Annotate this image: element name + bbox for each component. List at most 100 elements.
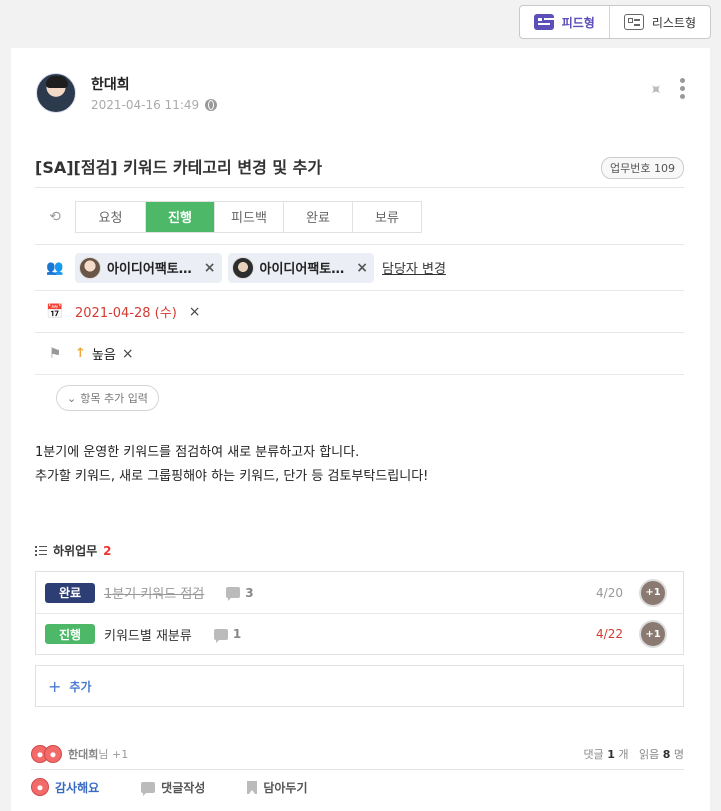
add-subtask-button[interactable]: + 추가 [35, 665, 684, 707]
remove-assignee-icon[interactable]: × [204, 260, 216, 276]
write-comment-label: 댓글작성 [161, 780, 206, 795]
reaction-row: 한대희님 +1 댓글 1 개 읽음 8 명 [31, 738, 684, 770]
status-tab-complete[interactable]: 완료 [283, 201, 352, 232]
comment-count-value: 3 [245, 585, 254, 600]
subtask-count: 2 [103, 543, 112, 558]
title-row: [SA][점검] 키워드 카테고리 변경 및 추가 업무번호 109 [35, 154, 684, 188]
chevron-down-icon: ⌄ [67, 391, 77, 405]
smile-emoji-icon [44, 744, 62, 763]
more-options-icon[interactable] [680, 78, 686, 100]
post-title: [SA][점검] 키워드 카테고리 변경 및 추가 [35, 158, 323, 177]
bookmark-button[interactable]: 담아두기 [247, 779, 308, 796]
priority-label[interactable]: 높음 [92, 344, 116, 363]
subtask-heading: 하위업무 2 [35, 542, 112, 559]
comment-count-value: 1 [232, 627, 242, 641]
subtask-row[interactable]: 완료 1분기 키워드 점검 3 4/20 +1 [36, 572, 683, 613]
body-line: 추가할 키워드, 새로 그룹핑해야 하는 키워드, 단가 등 검토부탁드립니다! [35, 469, 429, 484]
list-view-button[interactable]: 리스트형 [608, 6, 710, 38]
bookmark-label: 담아두기 [263, 780, 308, 795]
comment-icon [141, 781, 156, 796]
subtask-due: 4/22 [596, 627, 623, 641]
subtask-list: 완료 1분기 키워드 점검 3 4/20 +1 진행 키워드별 재분류 1 4/… [35, 571, 684, 655]
read-stat-label: 읽음 [638, 747, 660, 761]
feed-view-icon [533, 14, 554, 30]
add-field-label: 항목 추가 입력 [80, 392, 148, 405]
action-row: 감사해요 댓글작성 담아두기 [31, 778, 308, 796]
assignee-avatar [231, 256, 254, 279]
due-date-row: 📅 2021-04-28 (수) × [35, 291, 684, 333]
post-timestamp: 2021-04-16 11:49 [91, 98, 218, 112]
author-row: 한대희 2021-04-16 11:49 [36, 73, 218, 113]
list-icon [35, 545, 47, 556]
status-row: ⟲ 요청 진행 피드백 완료 보류 [35, 189, 684, 245]
change-assignee-link[interactable]: 담당자 변경 [382, 258, 446, 277]
assignee-name: 아이디어팩토… [259, 262, 345, 277]
subtask-heading-label: 하위업무 [53, 544, 98, 558]
task-number-badge: 업무번호 109 [601, 157, 684, 179]
view-toggle: 피드형 리스트형 [518, 5, 711, 39]
add-subtask-label: 추가 [69, 679, 92, 694]
priority-arrow-icon: ↑ [75, 346, 86, 361]
flag-icon: ⚑ [48, 345, 62, 362]
author-avatar[interactable] [36, 73, 76, 113]
status-badge: 진행 [45, 624, 95, 644]
subtask-row[interactable]: 진행 키워드별 재분류 1 4/22 +1 [36, 613, 683, 654]
author-meta: 한대희 2021-04-16 11:49 [91, 74, 218, 112]
bookmark-icon [247, 780, 258, 794]
comment-count: 3 [226, 585, 254, 601]
list-view-label: 리스트형 [651, 15, 696, 30]
comment-stat-unit: 개 [618, 747, 629, 761]
subtask-title[interactable]: 키워드별 재분류 [104, 625, 192, 644]
status-tab-progress[interactable]: 진행 [145, 201, 214, 232]
post-stats: 댓글 1 개 읽음 8 명 [583, 746, 684, 762]
feed-view-button[interactable]: 피드형 [520, 6, 609, 38]
comment-stat-label: 댓글 [583, 747, 604, 761]
assignee-chip: 아이디어팩토… × [227, 252, 374, 283]
priority-row: ⚑ ↑ 높음 × [35, 333, 684, 375]
status-badge: 완료 [45, 582, 95, 603]
status-tabs: 요청 진행 피드백 완료 보류 [75, 200, 422, 233]
subtask-assignee-avatar[interactable]: +1 [639, 620, 667, 648]
reaction-emojis[interactable] [31, 744, 62, 763]
assignee-icon: 👥 [46, 259, 64, 276]
assignee-row: 👥 아이디어팩토… × 아이디어팩토… × 담당자 변경 [35, 245, 684, 291]
status-tab-request[interactable]: 요청 [76, 202, 145, 232]
comment-stat-count: 1 [607, 747, 615, 761]
comment-icon [213, 628, 228, 643]
list-view-icon [623, 14, 644, 30]
body-line: 1분기에 운영한 키워드를 점검하여 새로 분류하고자 합니다. [35, 445, 360, 460]
read-stat-unit: 명 [673, 747, 684, 761]
subtask-due: 4/20 [596, 585, 623, 600]
status-tab-hold[interactable]: 보류 [352, 201, 421, 232]
post-card: 한대희 2021-04-16 11:49 ✦ [SA][점검] 키워드 카테고리… [11, 48, 710, 811]
post-body: 1분기에 운영한 키워드를 점검하여 새로 분류하고자 합니다. 추가할 키워드… [35, 441, 428, 489]
remove-assignee-icon[interactable]: × [356, 260, 368, 276]
remove-date-icon[interactable]: × [189, 304, 201, 320]
comment-icon [226, 587, 241, 601]
calendar-icon: 📅 [46, 303, 64, 320]
pin-icon[interactable]: ✦ [644, 78, 667, 101]
reactor-name: 한대희 [68, 747, 99, 761]
timestamp-text: 2021-04-16 11:49 [91, 98, 200, 112]
status-tab-feedback[interactable]: 피드백 [214, 201, 283, 232]
globe-icon [205, 99, 218, 111]
remove-priority-icon[interactable]: × [122, 346, 134, 362]
author-name[interactable]: 한대희 [91, 74, 217, 94]
read-stat-count[interactable]: 8 [663, 748, 671, 761]
plus-icon: + [48, 676, 62, 696]
thanks-button[interactable]: 감사해요 [31, 778, 99, 796]
history-icon: ⟲ [49, 208, 61, 225]
write-comment-button[interactable]: 댓글작성 [141, 779, 205, 796]
assignee-name: 아이디어팩토… [107, 262, 192, 277]
add-field-button[interactable]: ⌄ 항목 추가 입력 [56, 385, 159, 411]
thanks-label: 감사해요 [55, 780, 100, 795]
assignee-chip: 아이디어팩토… × [75, 252, 222, 283]
feed-view-label: 피드형 [561, 15, 595, 30]
due-date-value[interactable]: 2021-04-28 (수) [75, 302, 177, 321]
smile-emoji-icon [31, 778, 49, 796]
reactor-summary[interactable]: 한대희님 +1 [68, 746, 128, 762]
comment-count: 1 [213, 627, 242, 643]
subtask-assignee-avatar[interactable]: +1 [639, 578, 667, 607]
assignee-avatar [79, 256, 101, 279]
subtask-title[interactable]: 1분기 키워드 점검 [104, 583, 204, 602]
